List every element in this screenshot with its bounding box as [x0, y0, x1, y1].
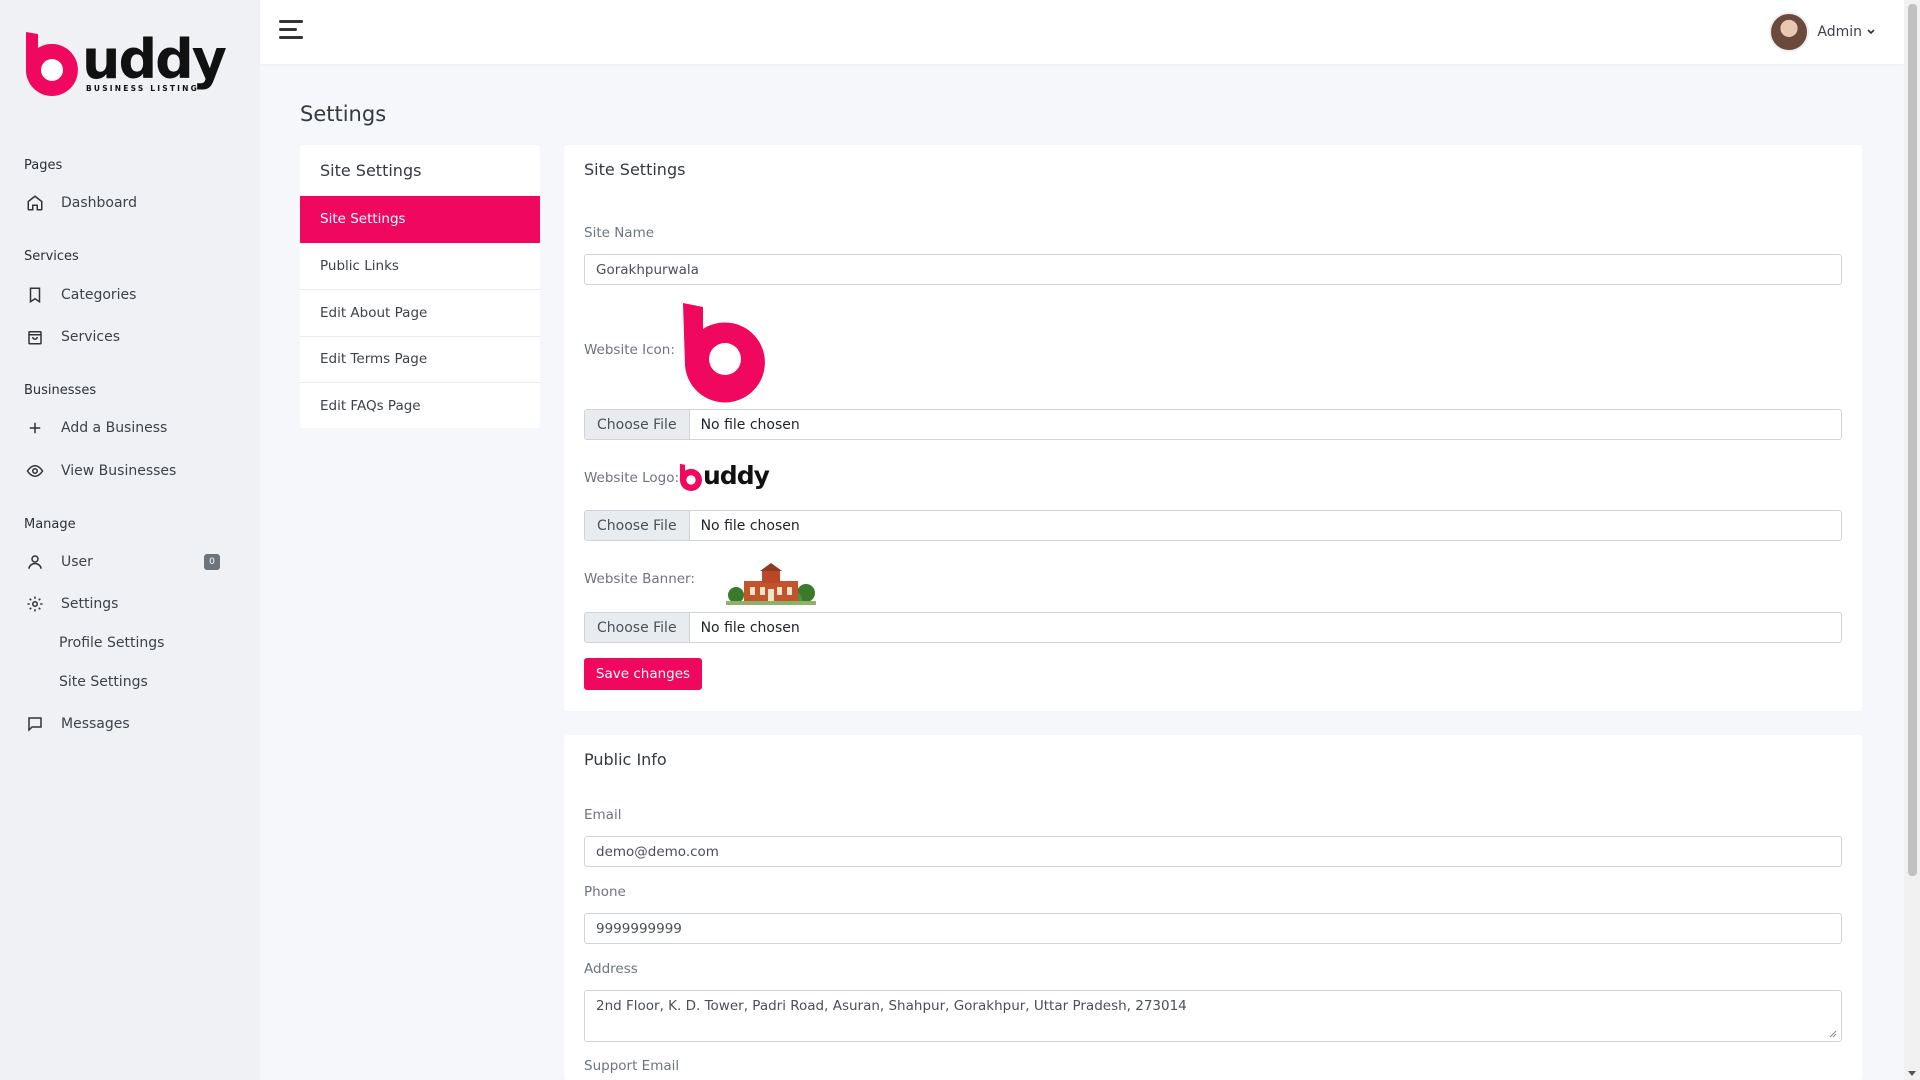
website-logo-file-input[interactable]: Choose File No file chosen	[584, 510, 1842, 541]
address-value: 2nd Floor, K. D. Tower, Padri Road, Asur…	[596, 998, 1187, 1014]
website-logo-preview: uddy	[678, 461, 782, 493]
logo-b-icon	[679, 463, 702, 491]
sidebar-item-label: View Businesses	[61, 463, 177, 479]
website-logo-label: Website Logo:	[584, 470, 680, 486]
logo-tagline: BUSINESS LISTING	[86, 84, 199, 93]
support-email-label: Support Email	[584, 1058, 680, 1074]
settings-menu-item-about[interactable]: Edit About Page	[300, 289, 540, 336]
site-settings-title: Site Settings	[584, 160, 686, 179]
sidebar-item-label: Categories	[61, 287, 137, 303]
page-title: Settings	[300, 102, 387, 126]
sidebar-subitem-profile-settings[interactable]: Profile Settings	[59, 635, 164, 651]
save-changes-button[interactable]: Save changes	[584, 658, 702, 690]
section-pages: Pages	[24, 158, 63, 173]
section-businesses: Businesses	[24, 383, 97, 398]
sidebar-subitem-site-settings[interactable]: Site Settings	[59, 674, 148, 690]
email-label: Email	[584, 807, 622, 823]
choose-file-button[interactable]: Choose File	[585, 511, 690, 540]
avatar	[1769, 12, 1810, 52]
address-textarea[interactable]: 2nd Floor, K. D. Tower, Padri Road, Asur…	[584, 990, 1842, 1042]
sidebar-item-user[interactable]: User 0	[24, 546, 240, 578]
sidebar-item-add-business[interactable]: Add a Business	[24, 412, 240, 444]
menu-toggle-icon[interactable]	[279, 20, 305, 44]
sidebar: uddy BUSINESS LISTING Pages Dashboard Se…	[0, 0, 260, 1080]
file-status: No file chosen	[700, 619, 800, 636]
sidebar-item-dashboard[interactable]: Dashboard	[24, 187, 240, 219]
file-status: No file chosen	[700, 416, 800, 433]
file-status: No file chosen	[700, 517, 800, 534]
settings-menu-title: Site Settings	[320, 161, 422, 180]
public-info-title: Public Info	[584, 750, 667, 769]
sidebar-item-label: Add a Business	[61, 420, 168, 436]
sidebar-item-settings[interactable]: Settings	[24, 588, 240, 620]
brand-logo[interactable]: uddy BUSINESS LISTING	[22, 28, 238, 98]
site-name-input[interactable]: Gorakhpurwala	[584, 254, 1842, 285]
logo-b-icon	[26, 32, 78, 96]
sidebar-item-label: Services	[61, 329, 121, 345]
phone-field[interactable]: 9999999999	[584, 913, 1842, 944]
settings-menu-item-terms[interactable]: Edit Terms Page	[300, 335, 540, 383]
shopping-bag-icon	[24, 326, 46, 348]
choose-file-button[interactable]: Choose File	[585, 410, 690, 439]
sidebar-item-services[interactable]: Services	[24, 321, 240, 353]
email-field[interactable]: demo@demo.com	[584, 836, 1842, 867]
sidebar-item-label: User	[61, 554, 93, 570]
website-icon-file-input[interactable]: Choose File No file chosen	[584, 409, 1842, 440]
sidebar-item-label: Settings	[61, 596, 119, 612]
website-banner-preview	[726, 563, 816, 605]
section-manage: Manage	[24, 517, 76, 532]
topbar: Admin	[260, 0, 1904, 64]
scrollbar-thumb[interactable]	[1908, 4, 1917, 876]
scrollbar[interactable]	[1904, 0, 1920, 1080]
settings-menu-item-faqs[interactable]: Edit FAQs Page	[300, 382, 540, 429]
eye-icon	[24, 460, 46, 482]
resize-handle-icon[interactable]	[1829, 1030, 1837, 1038]
site-name-label: Site Name	[584, 225, 655, 241]
section-services: Services	[24, 249, 79, 264]
public-info-card: Public Info Email demo@demo.com Phone 99…	[564, 735, 1862, 1080]
sidebar-item-view-businesses[interactable]: View Businesses	[24, 455, 240, 487]
user-icon	[24, 551, 46, 573]
user-name: Admin	[1817, 24, 1862, 40]
user-count-badge: 0	[204, 554, 220, 570]
scroll-down-arrow-icon[interactable]	[1908, 1071, 1916, 1076]
site-settings-card: Site Settings Site Name Gorakhpurwala We…	[564, 145, 1862, 711]
website-banner-file-input[interactable]: Choose File No file chosen	[584, 612, 1842, 643]
home-icon	[24, 192, 46, 214]
sidebar-item-label: Dashboard	[61, 195, 137, 211]
chevron-down-icon	[1867, 29, 1875, 35]
choose-file-button[interactable]: Choose File	[585, 613, 690, 642]
settings-menu-item-site-settings[interactable]: Site Settings	[300, 196, 540, 243]
sidebar-item-categories[interactable]: Categories	[24, 279, 240, 311]
website-icon-preview	[683, 303, 765, 403]
website-banner-label: Website Banner:	[584, 571, 695, 587]
website-icon-label: Website Icon:	[584, 342, 675, 358]
gear-icon	[24, 593, 46, 615]
logo-word: uddy	[703, 461, 770, 490]
address-label: Address	[584, 961, 638, 977]
settings-menu: Site Settings Site Settings Public Links…	[300, 145, 540, 428]
bookmark-icon	[24, 284, 46, 306]
user-menu[interactable]: Admin	[1769, 12, 1876, 52]
plus-icon	[24, 417, 46, 439]
settings-menu-item-public-links[interactable]: Public Links	[300, 243, 540, 290]
message-icon	[24, 713, 46, 735]
phone-label: Phone	[584, 884, 626, 900]
sidebar-item-label: Messages	[61, 716, 130, 732]
logo-word: uddy	[82, 28, 227, 91]
sidebar-item-messages[interactable]: Messages	[24, 708, 240, 740]
